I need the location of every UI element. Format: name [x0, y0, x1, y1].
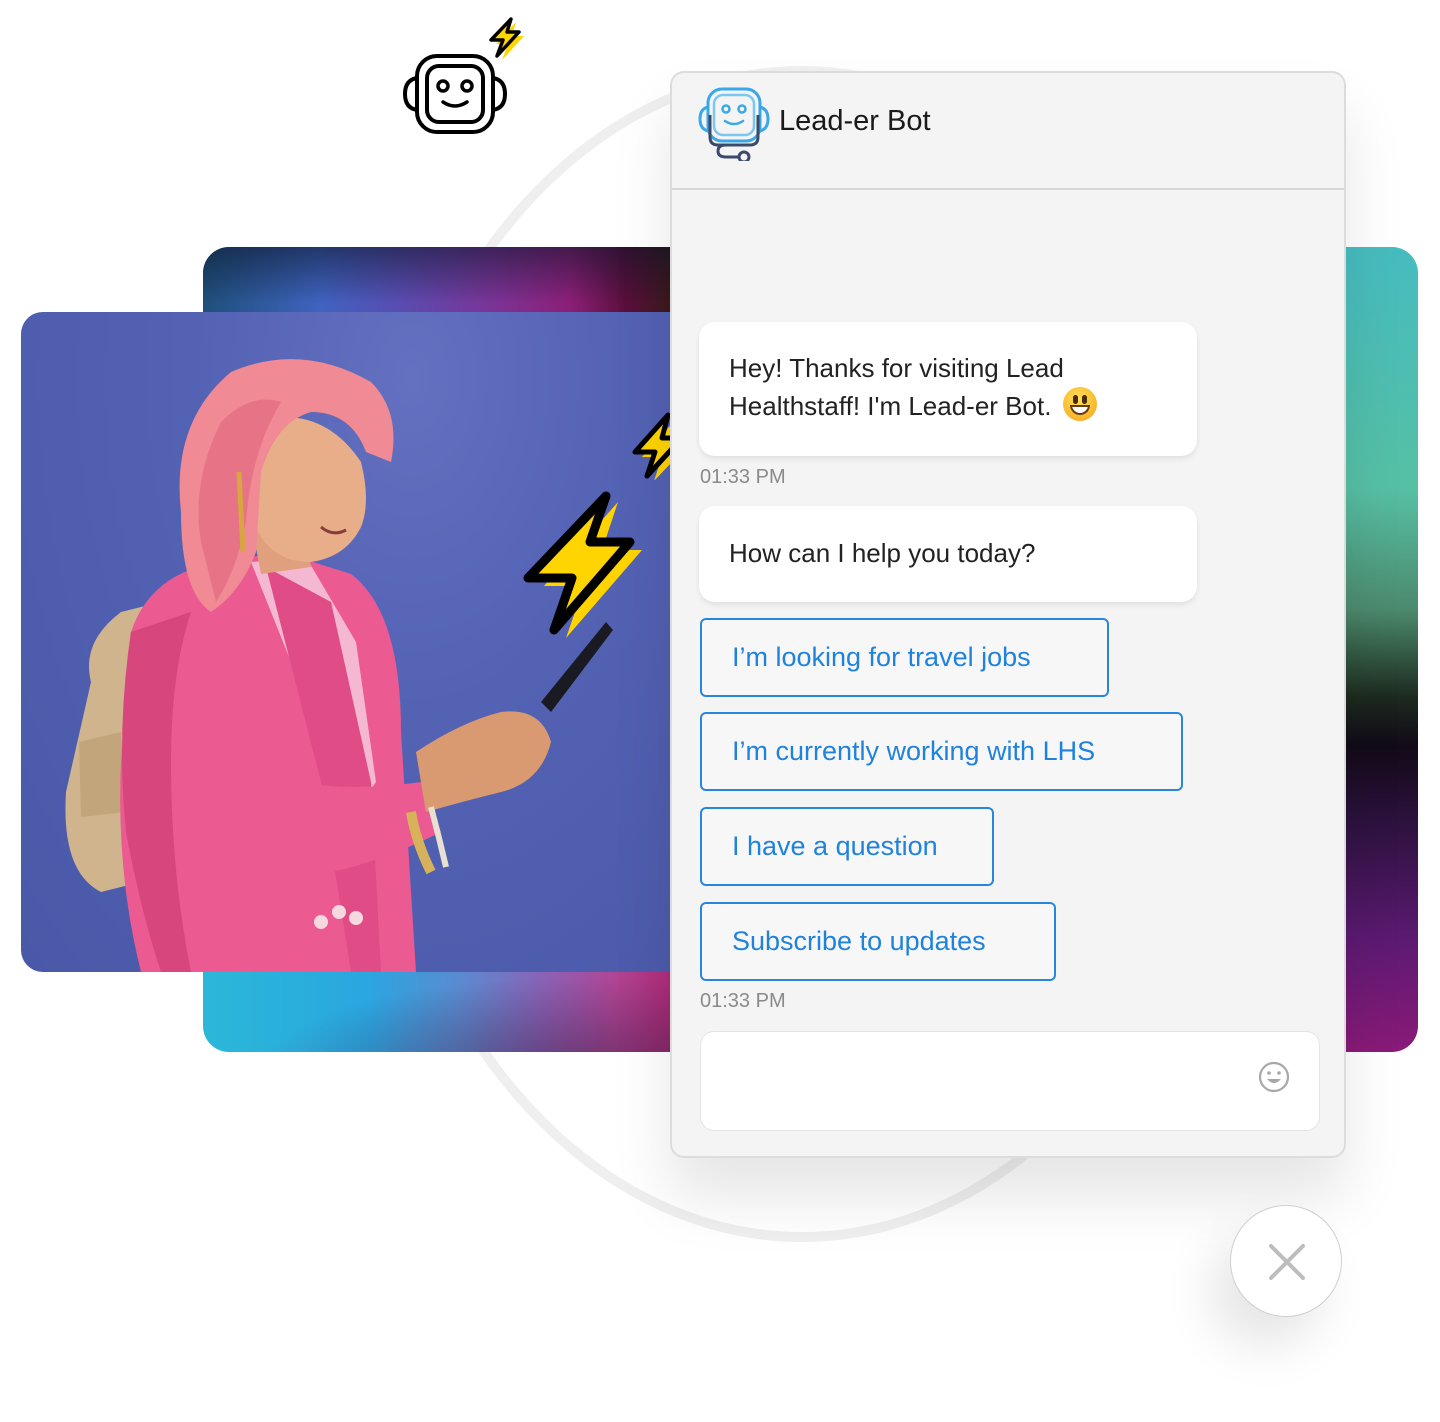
woman-with-phone-illustration	[65, 359, 613, 972]
quick-reply-subscribe[interactable]: Subscribe to updates	[700, 902, 1056, 981]
bot-message: How can I help you today?	[699, 506, 1197, 602]
chat-title: Lead-er Bot	[779, 105, 931, 137]
close-chat-button[interactable]	[1230, 1205, 1342, 1317]
robot-stethoscope-icon	[698, 87, 770, 161]
message-composer	[700, 1031, 1320, 1131]
gradient-panel-bottom	[203, 960, 673, 1052]
gradient-panel-right	[1345, 247, 1418, 1052]
hero-photo	[21, 312, 673, 972]
close-icon	[1269, 1244, 1305, 1280]
message-text: How can I help you today?	[729, 538, 1036, 568]
message-input[interactable]	[721, 1062, 1241, 1102]
quick-reply-question[interactable]: I have a question	[700, 807, 994, 886]
smiley-icon[interactable]	[1257, 1060, 1291, 1094]
quick-reply-working-with-lhs[interactable]: I’m currently working with LHS	[700, 712, 1183, 791]
message-text: Hey! Thanks for visiting Lead Healthstaf…	[729, 353, 1064, 421]
quick-replies-timestamp: 01:33 PM	[700, 990, 786, 1012]
grinning-face-emoji-icon	[1062, 387, 1097, 421]
bot-message: Hey! Thanks for visiting Lead Healthstaf…	[699, 322, 1197, 456]
message-timestamp: 01:33 PM	[700, 466, 786, 488]
quick-reply-travel-jobs[interactable]: I’m looking for travel jobs	[700, 618, 1109, 697]
robot-face-icon	[403, 54, 507, 134]
chat-widget: Lead-er Bot Hey! Thanks for visiting Lea…	[670, 71, 1346, 1158]
lightning-bolt-icon	[523, 491, 642, 638]
chat-header: Lead-er Bot	[672, 73, 1344, 190]
